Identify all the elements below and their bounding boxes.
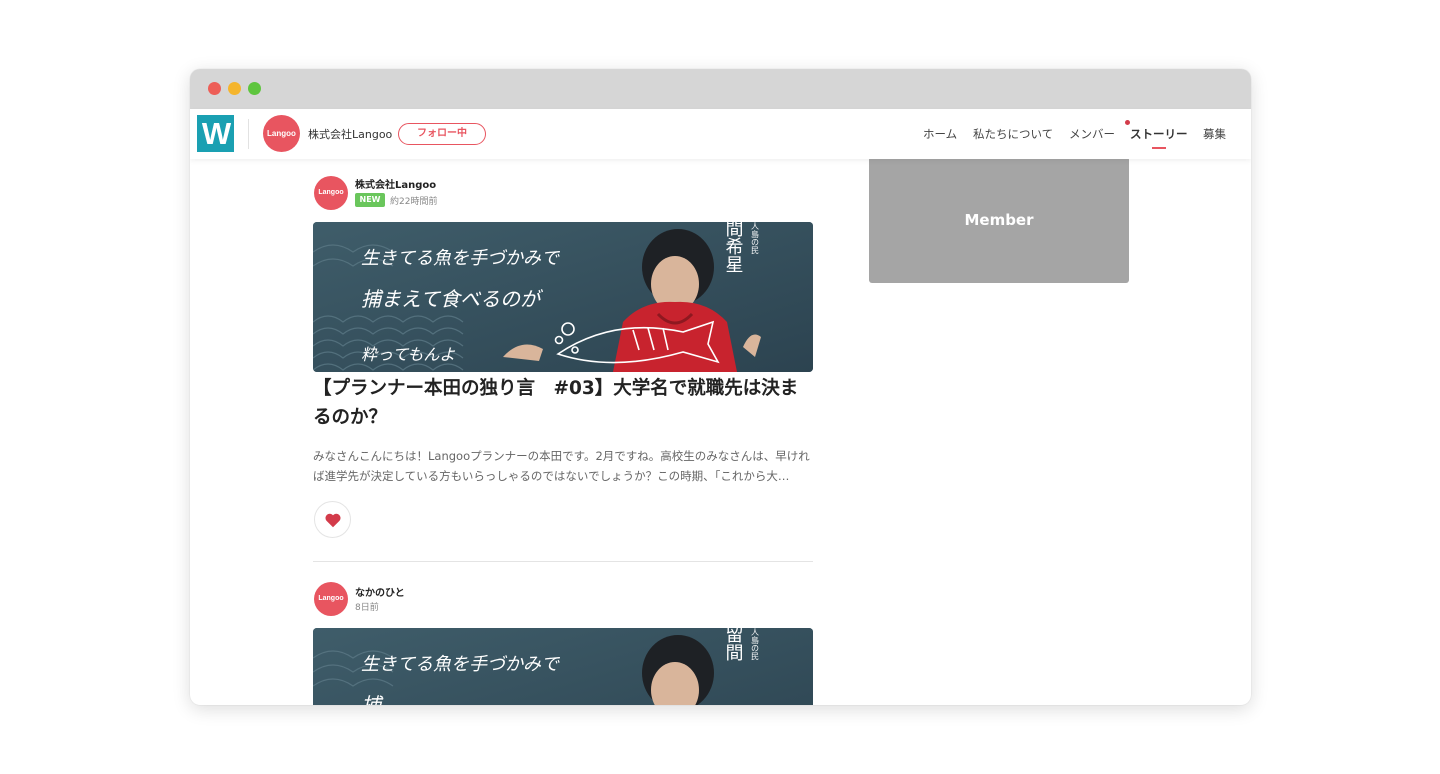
author-avatar[interactable]: Langoo (314, 176, 348, 210)
heart-icon (325, 513, 341, 528)
close-window-button[interactable] (208, 82, 221, 95)
nav-about[interactable]: 私たちについて (973, 126, 1053, 142)
like-button[interactable] (314, 501, 351, 538)
window-titlebar (190, 69, 1251, 109)
minimize-window-button[interactable] (228, 82, 241, 95)
banner-lettering: 無人島の民 (751, 628, 760, 661)
banner-lettering: 捕まえて食べるのが (361, 287, 544, 311)
browser-window: W Langoo 株式会社Langoo フォロー中 ホーム 私たちについて メン… (190, 69, 1251, 705)
nav-members[interactable]: メンバー (1069, 126, 1115, 142)
new-badge: NEW (355, 193, 385, 207)
story-card: Langoo 株式会社Langoo NEW 約22時間前 生きてる魚を手づかみで… (313, 159, 813, 561)
banner-lettering: 捕 (361, 693, 384, 705)
banner-lettering: 比留間 (723, 628, 744, 662)
story-title[interactable]: 【プランナー本田の独り言 #03】大学名で就職先は決まるのか？ (313, 374, 813, 432)
site-header: W Langoo 株式会社Langoo フォロー中 ホーム 私たちについて メン… (190, 109, 1251, 159)
story-card: Langoo なかのひと 8日前 生きてる魚を手づかみで 捕 無人島の民 比留間 (313, 569, 813, 705)
main-content: Langoo 株式会社Langoo NEW 約22時間前 生きてる魚を手づかみで… (190, 159, 1251, 705)
story-banner[interactable]: 生きてる魚を手づかみで 捕 無人島の民 比留間 (313, 628, 813, 705)
post-time: 8日前 (355, 603, 379, 613)
banner-lettering: 比留間希星 (723, 222, 744, 273)
w-logo-icon[interactable]: W (197, 115, 234, 152)
maximize-window-button[interactable] (248, 82, 261, 95)
banner-lettering: 粋ってもんよ (361, 345, 455, 364)
member-panel[interactable]: Member (869, 159, 1129, 283)
author-avatar[interactable]: Langoo (314, 582, 348, 616)
banner-image: 生きてる魚を手づかみで 捕まえて食べるのが 粋ってもんよ 無人島の民 比留間希星 (313, 222, 813, 372)
author-name[interactable]: なかのひと (355, 584, 405, 599)
nav-jobs[interactable]: 募集 (1203, 126, 1226, 142)
story-excerpt: みなさんこんにちは！Langooプランナーの本田です。2月ですね。高校生のみなさ… (313, 449, 810, 483)
company-avatar[interactable]: Langoo (263, 115, 300, 152)
banner-lettering: 無人島の民 (751, 222, 760, 255)
author-name[interactable]: 株式会社Langoo (355, 176, 436, 191)
nav-home[interactable]: ホーム (923, 126, 957, 142)
story-separator (313, 561, 813, 562)
banner-lettering: 生きてる魚を手づかみで (361, 248, 561, 269)
follow-button[interactable]: フォロー中 (398, 123, 486, 145)
post-time: 約22時間前 (390, 197, 438, 207)
notification-dot (1125, 120, 1130, 125)
nav-story[interactable]: ストーリー (1130, 126, 1188, 142)
story-banner[interactable]: 生きてる魚を手づかみで 捕まえて食べるのが 粋ってもんよ 無人島の民 比留間希星 (313, 222, 813, 372)
banner-lettering: 生きてる魚を手づかみで (361, 654, 561, 675)
banner-image: 生きてる魚を手づかみで 捕 無人島の民 比留間 (313, 628, 813, 705)
header-divider (248, 119, 249, 149)
active-nav-indicator (1152, 147, 1166, 149)
company-name[interactable]: 株式会社Langoo (308, 126, 392, 142)
